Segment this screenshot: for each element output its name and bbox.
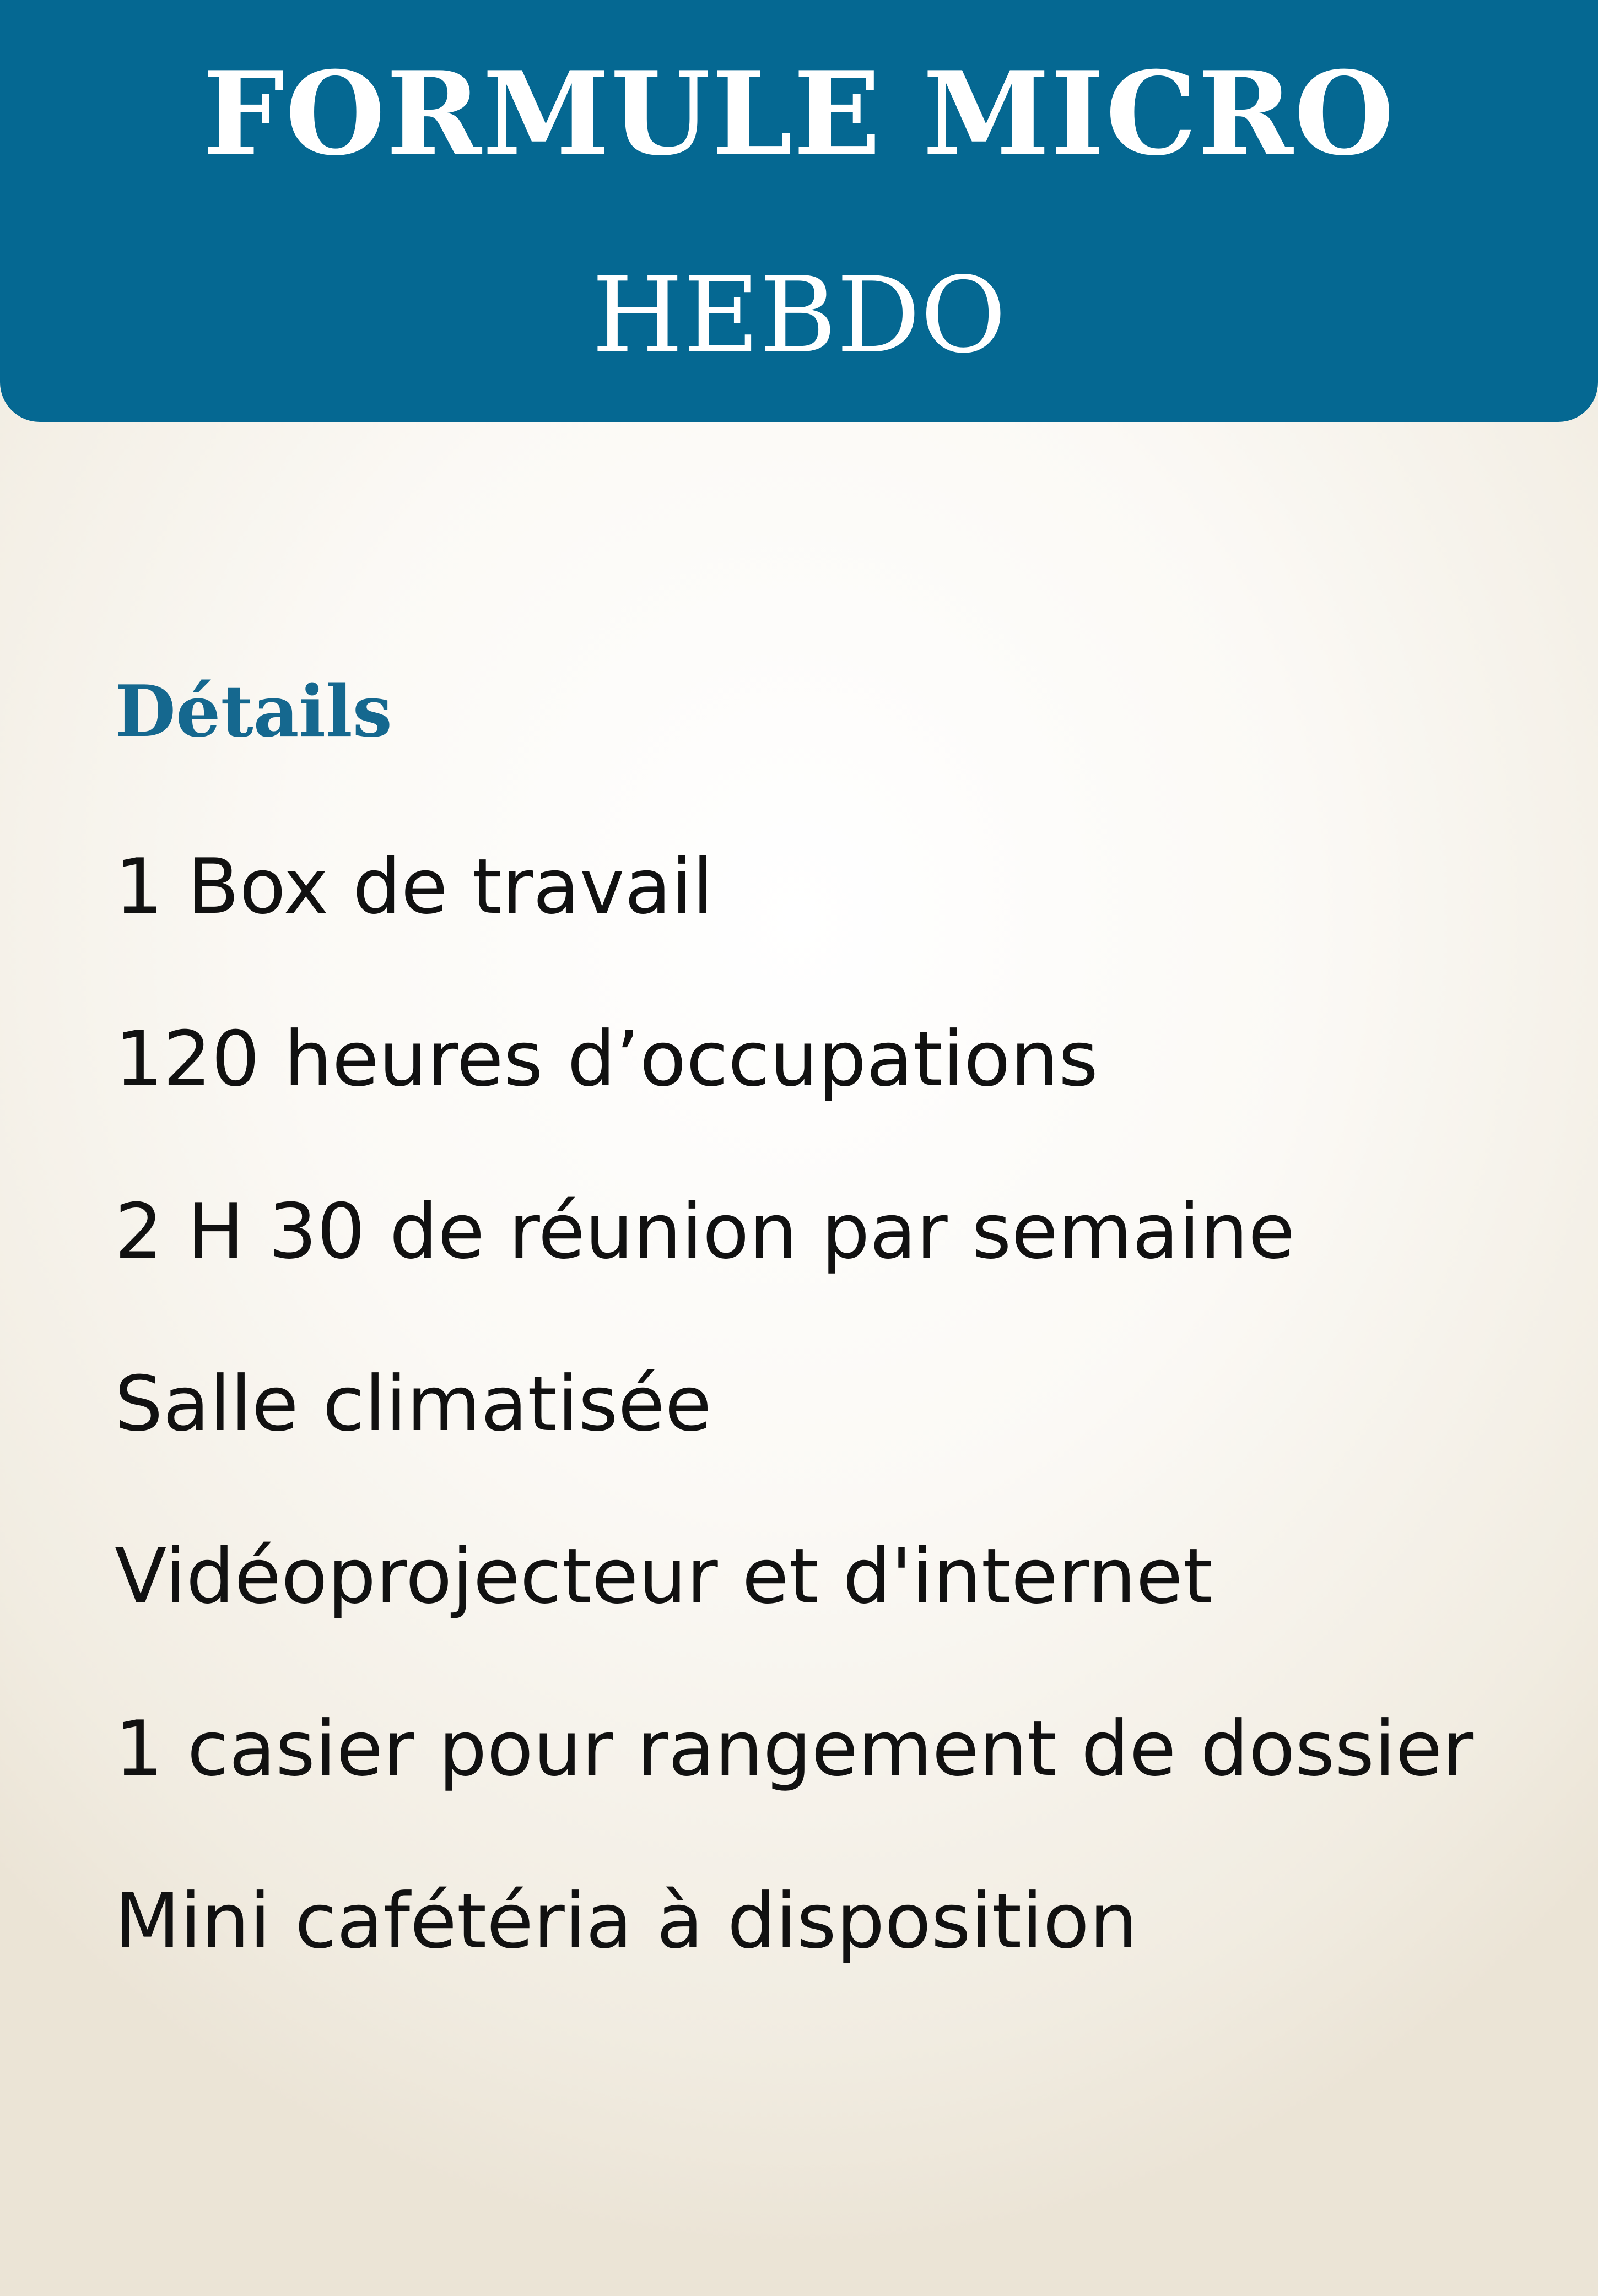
detail-item-meeting: 2 H 30 de réunion par semaine <box>115 1187 1295 1276</box>
card-header: FORMULE MICRO HEBDO <box>0 0 1598 422</box>
offer-card: FORMULE MICRO HEBDO Détails 1 Box de tra… <box>0 0 1598 2296</box>
detail-item-hours: 120 heures d’occupations <box>115 1015 1098 1103</box>
offer-subtitle: HEBDO <box>591 254 1007 376</box>
offer-title: FORMULE MICRO <box>203 47 1395 181</box>
detail-item-cafeteria: Mini cafétéria à disposition <box>115 1877 1138 1965</box>
detail-item-room: Salle climatisée <box>115 1360 712 1448</box>
details-list: 1 Box de travail 120 heures d’occupation… <box>115 837 1473 2044</box>
detail-item-locker: 1 casier pour rangement de dossier <box>115 1704 1474 1793</box>
details-heading: Détails <box>115 670 392 753</box>
detail-item-projector-internet: Vidéoprojecteur et d'internet <box>115 1532 1213 1621</box>
detail-item-box: 1 Box de travail <box>115 842 714 931</box>
